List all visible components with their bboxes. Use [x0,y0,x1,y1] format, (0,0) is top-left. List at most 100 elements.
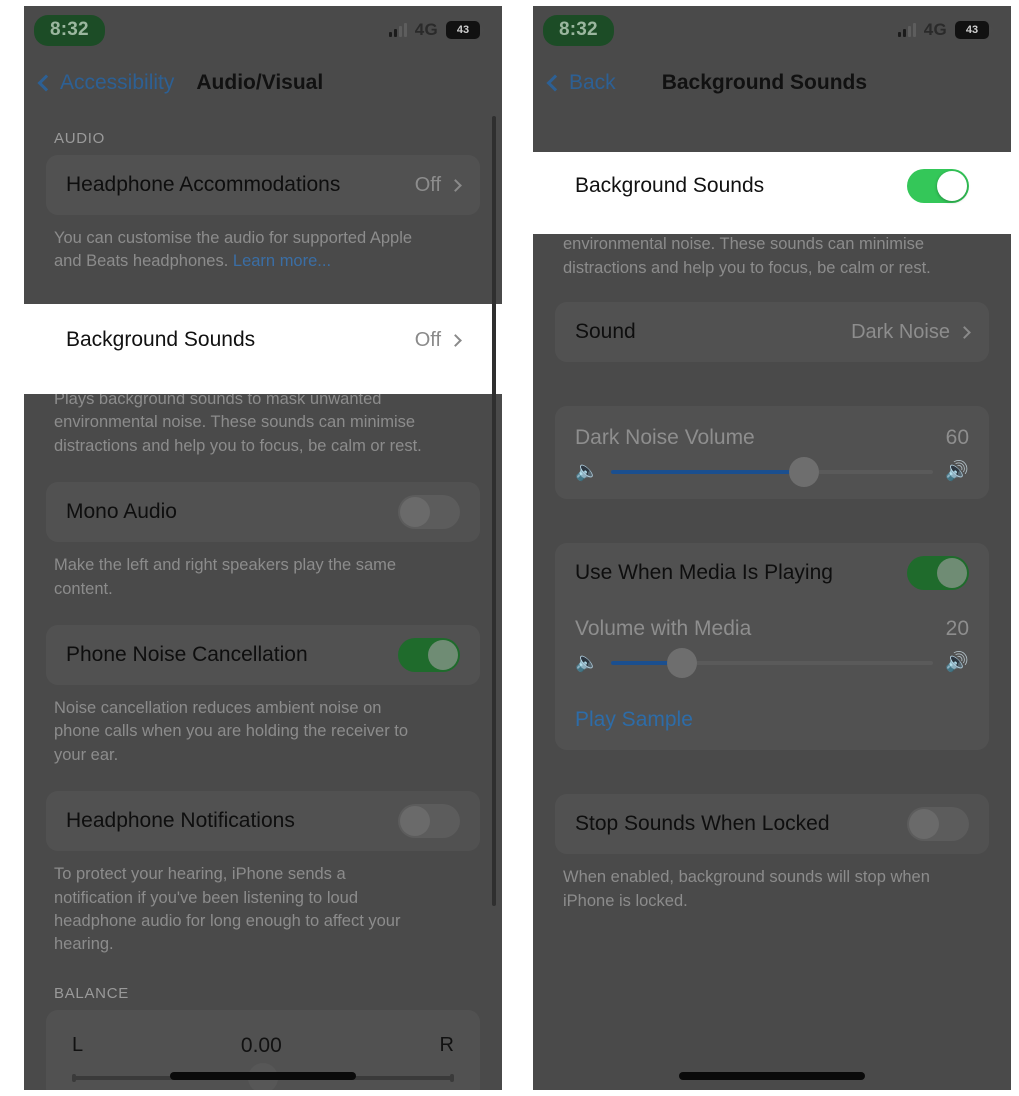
vertical-scrollbar[interactable] [492,116,496,906]
learn-more-link[interactable]: Learn more... [233,252,331,270]
row-phone-noise-cancellation[interactable]: Phone Noise Cancellation [46,625,480,685]
page-title: Background Sounds [661,71,868,94]
slider-fill [610,469,805,474]
toggle-mono-audio[interactable] [398,495,460,530]
row-headphone-accommodations[interactable]: Headphone Accommodations Off [46,155,480,215]
navigation-bar: Back Background Sounds [533,54,1011,112]
slider-label: Volume with Media [575,617,752,641]
chevron-left-icon [37,74,55,92]
row-accessory: Off [414,173,462,197]
row-label: Background Sounds [66,328,256,351]
footnote-stop-sounds-when-locked: When enabled, background sounds will sto… [563,868,930,910]
slider-value: 60 [945,426,969,450]
battery-icon: 43 [446,21,484,39]
row-accessory: Off [414,328,462,352]
settings-list: AUDIO Headphone Accommodations Off You c… [24,112,502,1090]
row-label: Headphone Accommodations [66,173,341,196]
toggle-phone-noise-cancellation[interactable] [398,637,460,672]
phone-screen-audio-visual: 8:32 4G 43 Accessibility Audio/Visual AU… [24,6,502,1090]
toggle-knob [428,639,458,670]
card-sound: Sound Dark Noise [555,302,989,363]
row-sound[interactable]: Sound Dark Noise [555,302,989,362]
slider-row: 🔈 🔊 [575,456,969,487]
highlight-band-background-sounds: Background Sounds Off [24,304,502,394]
row-background-sounds[interactable]: Background Sounds Off [46,310,480,370]
network-type-label: 4G [414,20,438,39]
slider-block-dark-noise-volume: Dark Noise Volume 60 🔈 🔊 [555,406,989,499]
toggle-knob [400,497,430,528]
card-mono-audio: Mono Audio [46,482,480,543]
toggle-knob [400,806,430,837]
speaker-high-icon: 🔊 [945,652,969,674]
status-indicators: 4G 43 [897,20,993,40]
back-button[interactable]: Accessibility [37,71,175,95]
card-dark-noise-volume: Dark Noise Volume 60 🔈 🔊 [555,406,989,500]
footnote-headphone-accommodations: You can customise the audio for supporte… [24,215,454,280]
status-time: 8:32 [34,14,105,46]
cellular-signal-icon [388,23,407,37]
status-bar: 8:32 4G 43 [24,6,502,54]
card-headphone-notifications: Headphone Notifications [46,791,480,852]
screenshot-stage: 8:32 4G 43 Accessibility Audio/Visual AU… [0,0,1019,1096]
footnote-headphone-notifications: To protect your hearing, iPhone sends a … [54,865,401,954]
page-title: Audio/Visual [196,71,324,94]
balance-left-label: L [72,1034,84,1057]
row-label: Background Sounds [575,174,765,197]
battery-icon: 43 [955,21,993,39]
card-stop-sounds-when-locked: Stop Sounds When Locked [555,794,989,855]
volume-with-media-slider[interactable] [610,647,934,678]
chevron-right-icon [958,325,971,339]
row-value: Dark Noise [851,320,950,343]
play-sample-label: Play Sample [575,708,693,732]
row-play-sample[interactable]: Play Sample [555,690,989,750]
row-value: Off [414,173,441,196]
home-indicator [170,1072,356,1080]
footnote-phone-noise-cancellation: Noise cancellation reduces ambient noise… [54,698,409,764]
back-button-label: Accessibility [60,71,175,94]
balance-value: 0.00 [240,1033,282,1057]
row-stop-sounds-when-locked[interactable]: Stop Sounds When Locked [555,794,989,854]
slider-block-volume-with-media: Volume with Media 20 🔈 🔊 [555,603,989,690]
row-accessory: Dark Noise [851,320,971,344]
network-type-label: 4G [923,20,947,39]
row-headphone-notifications[interactable]: Headphone Notifications [46,791,480,851]
slider-row: 🔈 🔊 [575,647,969,678]
highlight-band-background-sounds: Background Sounds [533,152,1011,234]
navigation-bar: Accessibility Audio/Visual [24,54,502,112]
toggle-knob [937,558,967,589]
slider-label: Dark Noise Volume [575,426,755,450]
dark-noise-volume-slider[interactable] [610,456,934,487]
speaker-low-icon: 🔈 [575,652,599,674]
row-label: Mono Audio [66,500,177,524]
slider-header: Dark Noise Volume 60 [575,412,969,462]
toggle-headphone-notifications[interactable] [398,804,460,839]
toggle-use-when-media-is-playing[interactable] [907,556,969,591]
toggle-background-sounds[interactable] [907,169,969,203]
status-indicators: 4G 43 [388,20,484,40]
slider-knob[interactable] [789,456,820,487]
chevron-left-icon [546,74,564,92]
row-use-when-media-is-playing[interactable]: Use When Media Is Playing [555,543,989,603]
status-time: 8:32 [543,14,614,46]
card-headphone-accommodations: Headphone Accommodations Off [46,155,480,215]
row-value: Off [414,328,441,351]
section-header-audio: AUDIO [54,130,106,147]
toggle-knob [909,809,939,840]
card-phone-noise-cancellation: Phone Noise Cancellation [46,624,480,685]
back-button-label: Back [569,71,616,94]
slider-value: 20 [945,617,969,641]
row-mono-audio[interactable]: Mono Audio [46,482,480,542]
back-button[interactable]: Back [546,71,616,95]
phone-screen-background-sounds: 8:32 4G 43 Back Background Sounds Plays … [533,6,1011,1090]
slider-header: Volume with Media 20 [575,603,969,653]
battery-level-label: 43 [456,24,470,36]
toggle-stop-sounds-when-locked[interactable] [907,807,969,842]
row-background-sounds[interactable]: Background Sounds [555,156,989,216]
section-header-balance: BALANCE [54,984,129,1002]
row-label: Sound [575,320,636,344]
slider-knob[interactable] [666,647,697,678]
row-label: Stop Sounds When Locked [575,812,830,836]
chevron-right-icon [449,178,462,192]
toggle-knob [937,171,967,201]
row-label: Use When Media Is Playing [575,561,833,585]
